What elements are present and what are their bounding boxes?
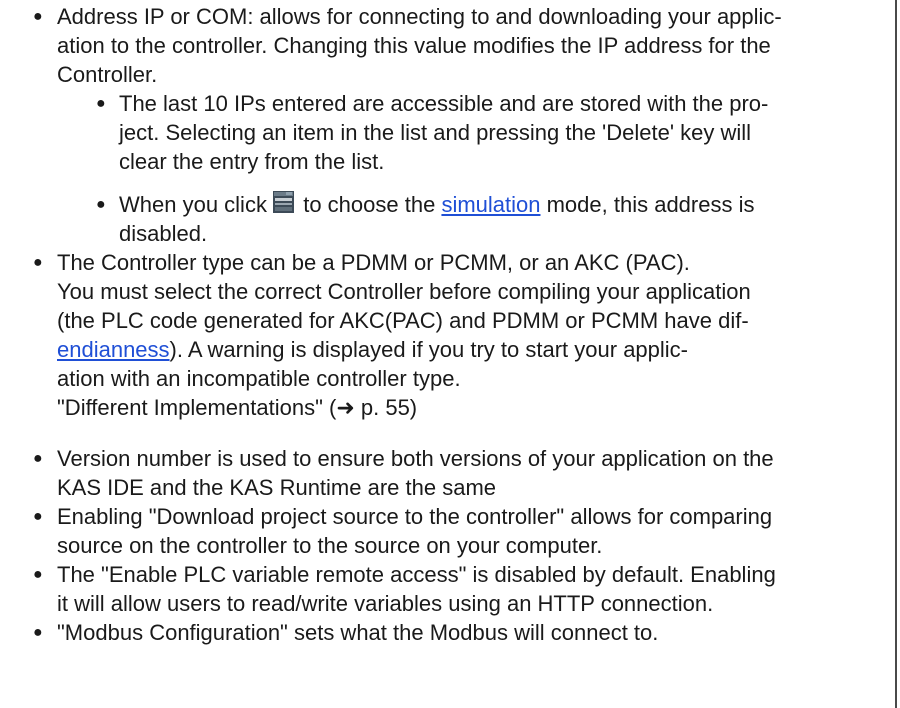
list-item-version-number: ● Version number is used to ensure both … — [0, 444, 890, 502]
page-right-border — [895, 0, 897, 708]
bullet-icon: ● — [33, 624, 43, 641]
simulation-mode-icon[interactable] — [273, 191, 295, 213]
list-item-address: ● Address IP or COM: allows for connecti… — [0, 2, 890, 248]
sub-bullet-list: ● The last 10 IPs entered are accessible… — [57, 89, 880, 248]
item-text-line: ation with an incompatible controller ty… — [57, 366, 461, 391]
bullet-icon: ● — [33, 8, 43, 25]
item-text-line: it will allow users to read/write variab… — [57, 591, 714, 616]
item-text-line: endianness). A warning is displayed if y… — [57, 337, 688, 362]
bullet-icon: ● — [33, 508, 43, 525]
item-text-line: The "Enable PLC variable remote access" … — [57, 562, 776, 587]
item-text-line: Version number is used to ensure both ve… — [57, 446, 774, 471]
bullet-list: ● Address IP or COM: allows for connecti… — [0, 2, 890, 647]
item-text-line: KAS IDE and the KAS Runtime are the same — [57, 475, 497, 500]
simulation-link[interactable]: simulation — [441, 192, 540, 217]
bullet-icon: ● — [33, 566, 43, 583]
item-text-line: "Modbus Configuration" sets what the Mod… — [57, 620, 659, 645]
item-text-line: Address IP or COM: allows for connecting… — [57, 4, 782, 29]
item-text-line: disabled. — [119, 221, 208, 246]
item-text-line: When you click to choose the simulation … — [119, 191, 755, 217]
bullet-icon: ● — [96, 196, 106, 213]
endianness-link[interactable]: endianness — [57, 337, 170, 362]
item-text-line: Controller. — [57, 62, 158, 87]
sub-item-simulation: ● When you click to choose the simulatio… — [0, 190, 880, 248]
list-item-controller-type: ● The Controller type can be a PDMM or P… — [0, 248, 890, 444]
list-item-download-source: ● Enabling "Download project source to t… — [0, 502, 890, 560]
bullet-icon: ● — [33, 450, 43, 467]
item-text-line: Enabling "Download project source to the… — [57, 504, 773, 529]
item-text-line: clear the entry from the list. — [119, 149, 385, 174]
item-text-line: The last 10 IPs entered are accessible a… — [119, 91, 769, 116]
list-item-modbus: ● "Modbus Configuration" sets what the M… — [0, 618, 890, 647]
item-text-line: ation to the controller. Changing this v… — [57, 33, 771, 58]
sub-item-last-ips: ● The last 10 IPs entered are accessible… — [0, 89, 880, 176]
item-text-line: The Controller type can be a PDMM or PCM… — [57, 250, 690, 275]
bullet-icon: ● — [96, 95, 106, 112]
document-body: ● Address IP or COM: allows for connecti… — [0, 0, 890, 647]
item-text-line: (the PLC code generated for AKC(PAC) and… — [57, 308, 749, 333]
cross-reference-link[interactable]: "Different Implementations" (➜ p. 55) — [57, 393, 880, 422]
item-text-line: You must select the correct Controller b… — [57, 279, 751, 304]
item-text-line: source on the controller to the source o… — [57, 533, 603, 558]
bullet-icon: ● — [33, 254, 43, 271]
item-text-line: ject. Selecting an item in the list and … — [119, 120, 752, 145]
list-item-remote-access: ● The "Enable PLC variable remote access… — [0, 560, 890, 618]
